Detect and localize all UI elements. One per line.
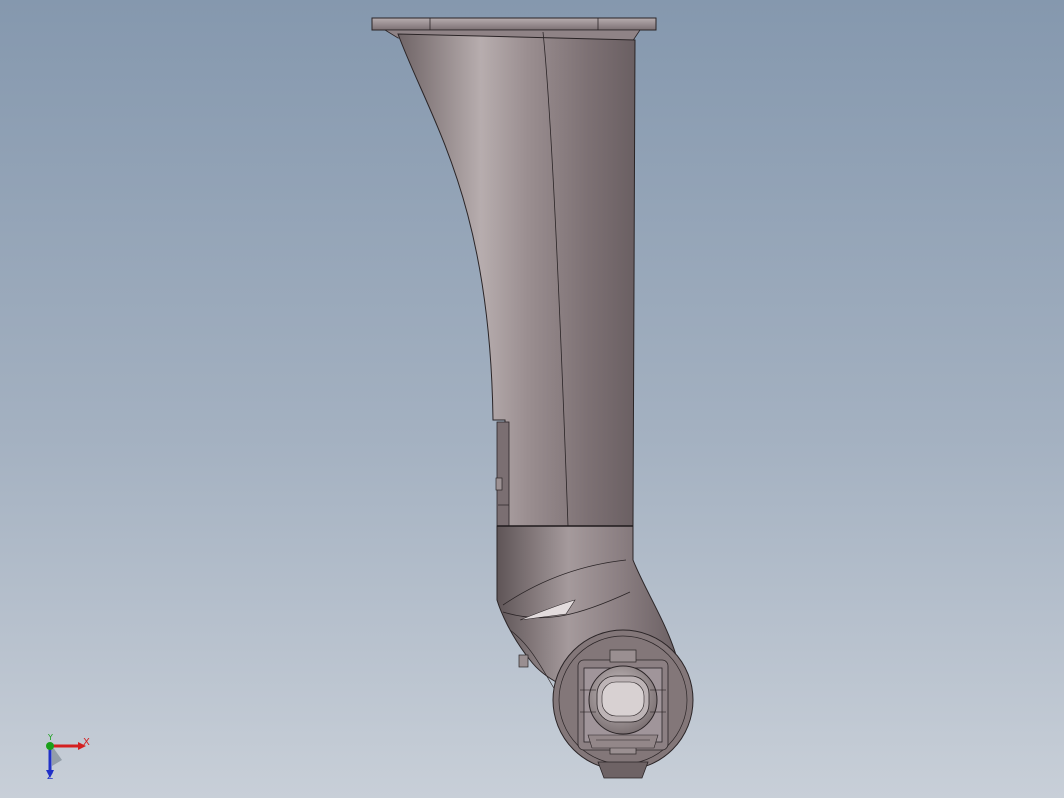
- x-axis-label: X: [83, 737, 90, 748]
- graphics-viewport[interactable]: X Y Z: [0, 0, 1064, 798]
- wrist-joint[interactable]: [552, 629, 694, 779]
- upper-arm-body[interactable]: [397, 31, 636, 527]
- z-axis-label: Z: [47, 772, 54, 782]
- y-axis-label: Y: [48, 733, 53, 742]
- coordinate-triad[interactable]: X Y Z: [38, 730, 98, 790]
- robot-arm-model[interactable]: [0, 0, 1064, 798]
